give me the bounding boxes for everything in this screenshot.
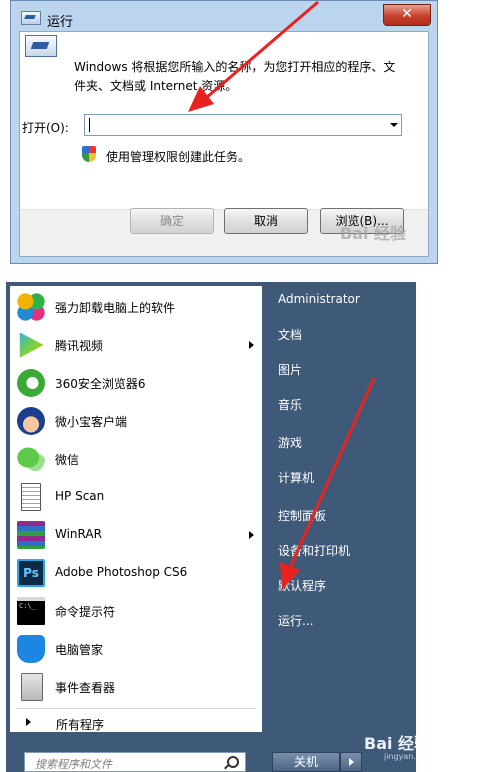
annotation-arrow-bottom [280, 377, 376, 590]
watermark-logo: Bai 经验 [340, 224, 407, 243]
annotation-arrows [188, 0, 376, 590]
watermark-logo: Bai 经验 [364, 734, 431, 753]
watermark-url: jingyan.baidu.com [384, 752, 458, 761]
annotation-arrow-top [188, 0, 319, 112]
